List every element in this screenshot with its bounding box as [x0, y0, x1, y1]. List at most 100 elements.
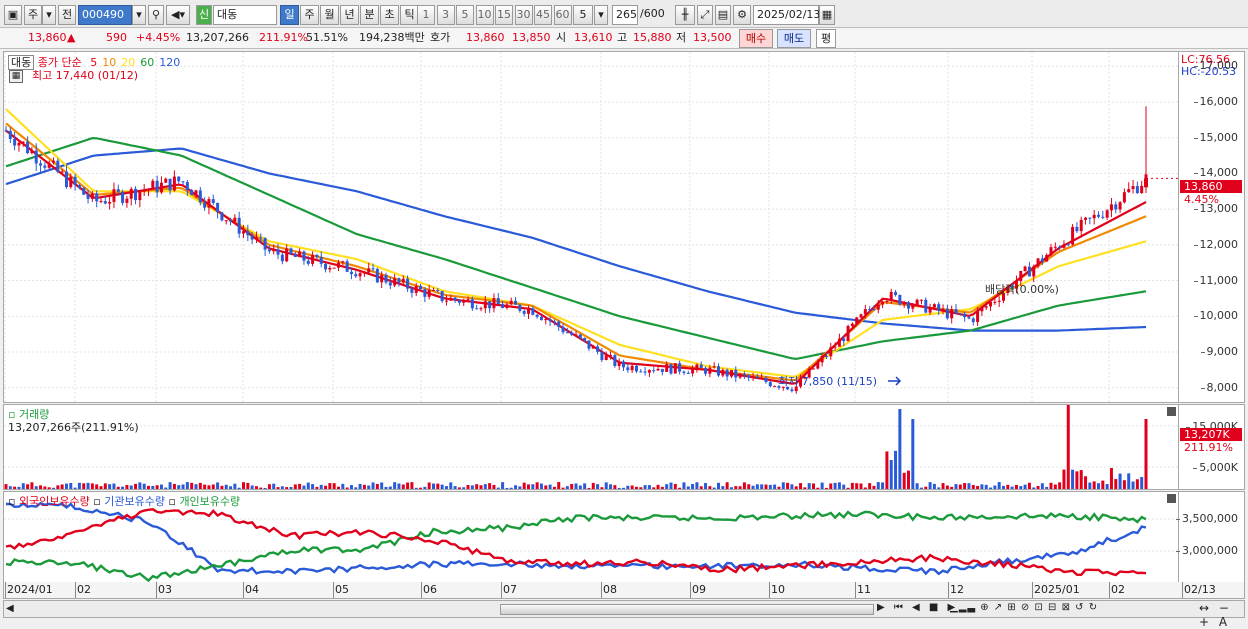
candle-body [190, 190, 194, 196]
candle-body [570, 332, 574, 335]
candle-body [725, 369, 729, 377]
period-button[interactable]: 년 [340, 5, 359, 25]
interval-button[interactable]: 15 [495, 5, 513, 25]
candle-body [600, 351, 604, 360]
interval-button[interactable]: 10 [475, 5, 494, 25]
close-icon[interactable] [1167, 494, 1176, 503]
date-label: 09 [692, 583, 706, 596]
candle-icon[interactable]: ╫ [675, 5, 695, 25]
holding-panel[interactable]: ▫ 외국인보유수량 ▫ 기관보유수량 ▫ 개인보유수량 [3, 491, 1179, 583]
interval-button[interactable]: 1 [417, 5, 435, 25]
scroll-left-icon[interactable]: ◀ [6, 603, 14, 614]
candle-body [60, 171, 64, 173]
chevron-down-icon[interactable]: ▾ [132, 5, 146, 25]
volume-bar [626, 485, 630, 489]
volume-bar [337, 486, 340, 489]
interval-button[interactable]: 30 [514, 5, 533, 25]
interval-button[interactable]: 45 [534, 5, 552, 25]
chart-scrollbar[interactable]: ◀ ▶ ⏮ ◀ ■ ▶ ▁▂▃ ⊕ ↗ ⊞ ⊘ ⊡ ⊟ ⊠ ↺ ↻ ↔ − + … [3, 600, 1245, 629]
volume-bar [889, 459, 893, 489]
price-tick: 8,000 [1200, 380, 1238, 394]
volume-bar [324, 485, 328, 489]
candle-body [622, 361, 625, 368]
holding-legend: ▫ 외국인보유수량 ▫ 기관보유수량 ▫ 개인보유수량 [8, 495, 241, 508]
zoom-controls[interactable]: ↔ − + A [1199, 601, 1244, 629]
interval-button[interactable]: 60 [553, 5, 572, 25]
volume-bar [134, 483, 138, 489]
chevron-down-icon[interactable]: ▾ [42, 5, 56, 25]
candle-body [142, 190, 146, 192]
volume-bar [488, 483, 492, 489]
scroll-controls[interactable]: ▶ ⏮ ◀ ■ ▶ [877, 602, 958, 613]
period-button[interactable]: 분 [360, 5, 379, 25]
volume-bar [777, 486, 781, 489]
price-chart-panel[interactable]: 대동 종가 단순 5 10 20 60 120 최고 17,440 (01/12) ▦ … [3, 51, 1179, 403]
ma-legend-item: 120 [159, 56, 181, 69]
candle-body [440, 291, 444, 302]
sell-button[interactable]: 매도 [777, 29, 811, 48]
speaker-icon[interactable]: ◀▾ [166, 5, 190, 25]
ma-line-5 [5, 129, 1147, 385]
volume-bar [712, 487, 716, 489]
volume-panel[interactable]: ▫ 거래량 13,207,266주(211.91%) [3, 399, 1179, 490]
holding-tick: 3,000,000 [1176, 544, 1238, 557]
volume-bar [514, 485, 518, 489]
candle-body [544, 319, 548, 321]
volume-bar [254, 486, 258, 489]
gear-icon[interactable]: ⚙ [733, 5, 751, 25]
grid-icon[interactable]: ▦ [9, 70, 23, 83]
data-count-input[interactable]: 265 [612, 5, 638, 25]
candle-body [380, 274, 384, 283]
volume-bar [263, 487, 267, 489]
candle-body [1027, 266, 1031, 277]
candle-body [86, 194, 90, 199]
buy-button[interactable]: 매수 [739, 29, 773, 48]
market-prefix-button[interactable]: 전 [58, 5, 76, 25]
period-button[interactable]: 주 [300, 5, 319, 25]
candle-body [324, 263, 328, 270]
calendar-icon[interactable]: ▦ [819, 5, 835, 25]
candle-body [203, 202, 207, 208]
volume-bar [902, 472, 906, 489]
candle-body [134, 188, 138, 201]
search-icon[interactable]: ⚲ [148, 5, 164, 25]
custom-interval-field[interactable]: 5 [573, 5, 593, 25]
save-icon[interactable]: ▤ [715, 5, 731, 25]
candle-body [915, 299, 919, 306]
tool-icons[interactable]: ▁▂▃ ⊕ ↗ ⊞ ⊘ ⊡ ⊟ ⊠ ↺ ↻ [950, 602, 1098, 613]
candle-body [64, 171, 68, 188]
candle-body [1053, 246, 1057, 248]
period-button[interactable]: 월 [320, 5, 339, 25]
stock-name-field[interactable]: 대동 [213, 5, 277, 25]
date-input[interactable]: 2025/02/13 [753, 5, 820, 25]
volume-bar [1066, 399, 1070, 489]
volume-bar [242, 482, 245, 489]
chevron-down-icon[interactable]: ▾ [594, 5, 608, 25]
candle-body [833, 346, 837, 348]
interval-button[interactable]: 5 [456, 5, 474, 25]
candle-body [1049, 247, 1053, 255]
candle-body [211, 199, 215, 204]
candle-body [773, 386, 777, 388]
interval-button[interactable]: 3 [436, 5, 455, 25]
draw-tool-icon[interactable]: ⤢ [697, 5, 713, 25]
candle-body [34, 150, 38, 164]
stock-code-input[interactable]: 000490 [78, 5, 132, 25]
volume-bar [518, 486, 522, 489]
candle-body [1097, 214, 1100, 217]
individual-holding-label: 개인보유수량 [179, 495, 241, 508]
window-icon[interactable]: ▣ [4, 5, 22, 25]
market-type-button[interactable]: 주 [24, 5, 42, 25]
period-button[interactable]: 일 [280, 5, 299, 25]
volume-bar [1109, 468, 1113, 489]
scroll-thumb[interactable] [500, 604, 874, 615]
volume-bar [760, 484, 764, 489]
close-icon[interactable] [1167, 407, 1176, 416]
volume-bar [233, 483, 237, 489]
volume-bar [570, 484, 574, 489]
candle-body [470, 299, 474, 309]
stock-tag[interactable]: 대동 [8, 55, 35, 70]
period-button[interactable]: 초 [380, 5, 399, 25]
eval-button[interactable]: 평 [816, 29, 836, 48]
current-volume-percent: 211.91% [1184, 441, 1233, 454]
